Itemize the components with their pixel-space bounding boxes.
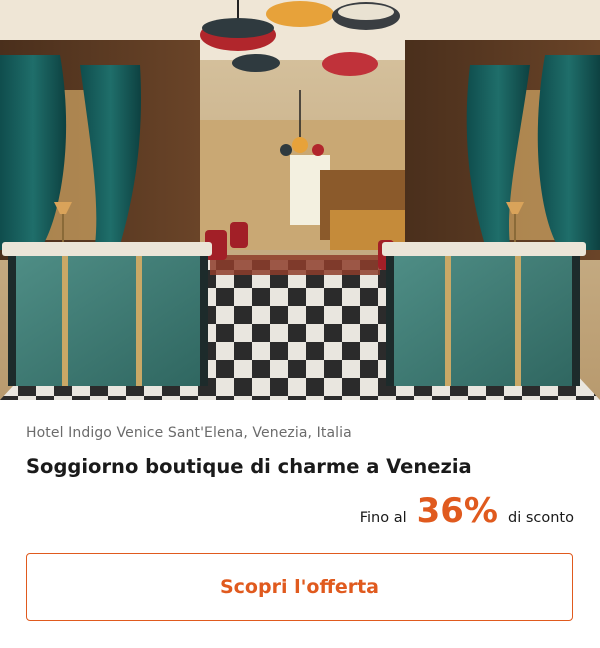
hotel-location: Hotel Indigo Venice Sant'Elena, Venezia,… [26,425,352,441]
hotel-lobby-photo[interactable] [0,0,600,400]
offer-title[interactable]: Soggiorno boutique di charme a Venezia [26,455,472,478]
discover-offer-button[interactable]: Scopri l'offerta [26,553,573,621]
discount-info: Fino al 36% di sconto [360,494,574,528]
discount-suffix: di sconto [508,510,574,526]
discount-prefix: Fino al [359,510,407,526]
discount-percentage: 36% [416,491,498,531]
offer-card[interactable]: Hotel Indigo Venice Sant'Elena, Venezia,… [0,0,600,648]
